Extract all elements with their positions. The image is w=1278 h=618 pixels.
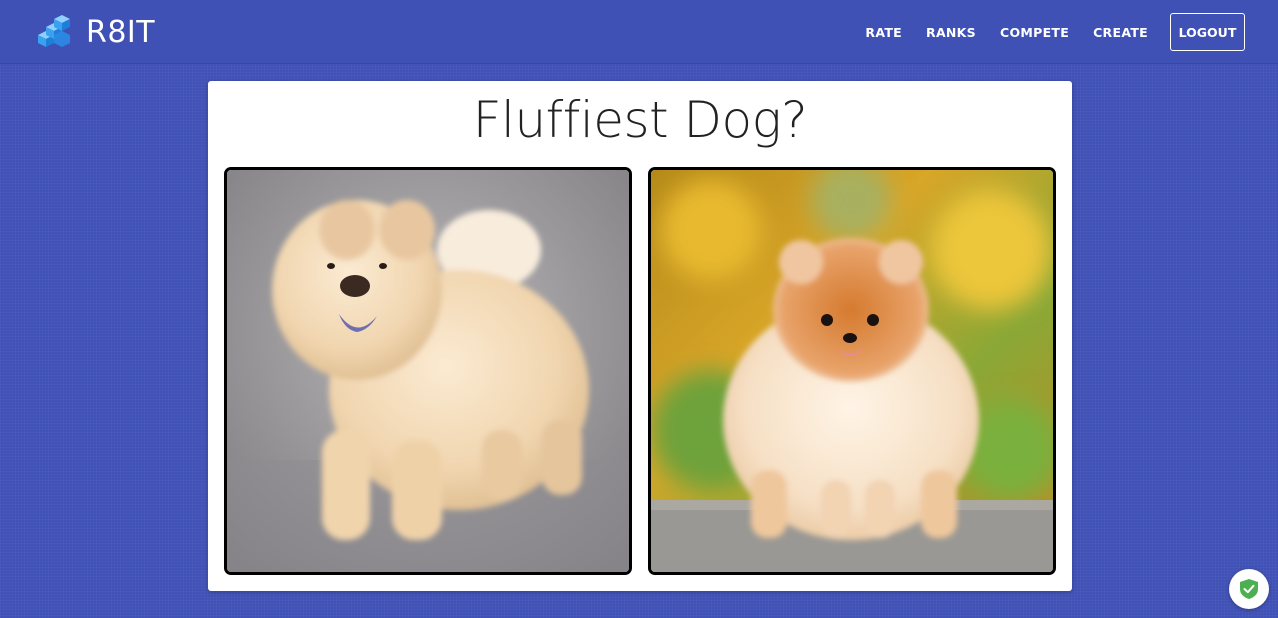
nav-links: RATE RANKS COMPETE CREATE LOGOUT	[865, 13, 1245, 51]
logout-button[interactable]: LOGOUT	[1170, 13, 1245, 51]
nav-link-create[interactable]: CREATE	[1093, 25, 1148, 40]
stacked-blocks-logo-icon	[38, 15, 70, 47]
chow-chow-dog-image	[227, 170, 629, 572]
brand[interactable]: R8IT	[36, 12, 155, 52]
choice-left-image[interactable]	[224, 167, 632, 575]
poll-card: Fluffiest Dog?	[208, 81, 1072, 591]
poll-question: Fluffiest Dog?	[472, 91, 808, 149]
brand-name: R8IT	[86, 14, 156, 50]
navbar: R8IT RATE RANKS COMPETE CREATE LOGOUT	[0, 0, 1278, 64]
shield-check-button[interactable]	[1229, 569, 1269, 609]
nav-link-ranks[interactable]: RANKS	[926, 25, 976, 40]
pomeranian-dog-image	[651, 170, 1053, 572]
shield-check-icon	[1240, 579, 1258, 599]
nav-link-rate[interactable]: RATE	[865, 25, 902, 40]
nav-link-compete[interactable]: COMPETE	[1000, 25, 1069, 40]
choice-right-image[interactable]	[648, 167, 1056, 575]
